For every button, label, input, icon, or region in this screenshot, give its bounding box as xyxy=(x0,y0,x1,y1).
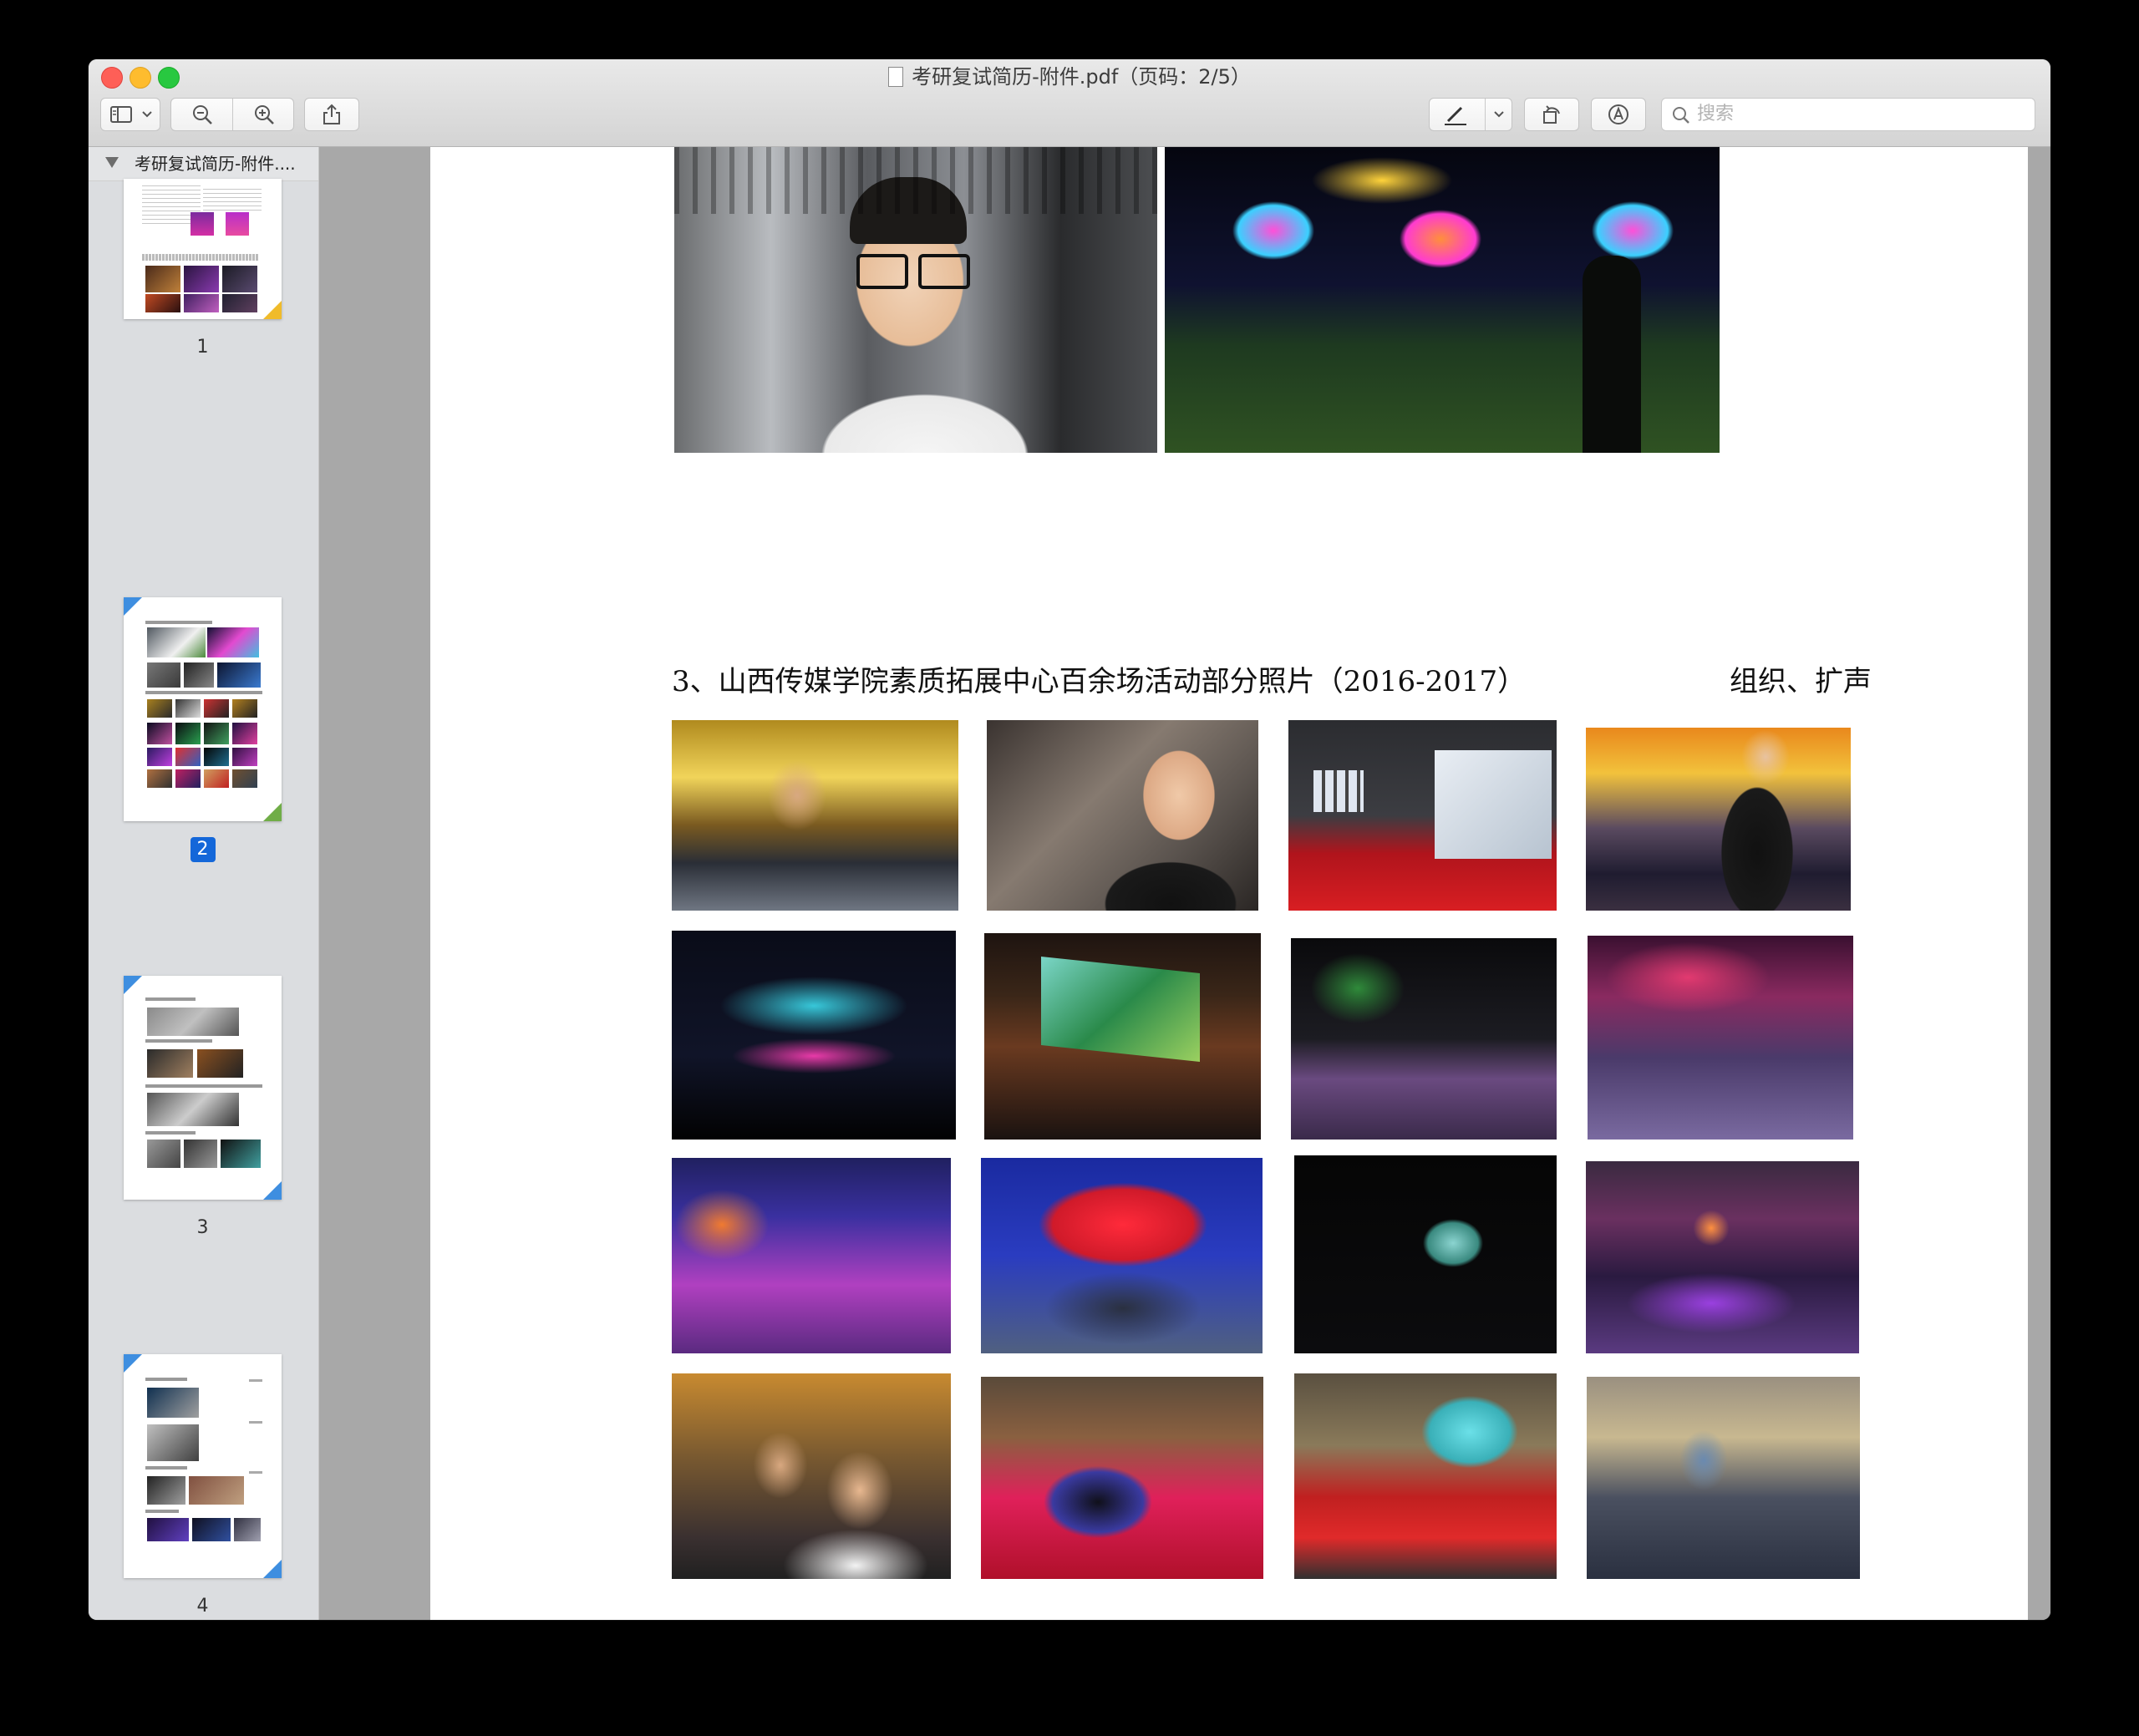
disclosure-triangle-icon[interactable] xyxy=(105,157,119,168)
photo-stage-performers xyxy=(1588,936,1853,1140)
photo-stage-lights xyxy=(1586,1161,1859,1353)
photo-equipment-setup xyxy=(1587,1377,1860,1579)
photo-mixer-group xyxy=(672,720,958,911)
chevron-down-icon[interactable] xyxy=(1493,110,1505,119)
sidebar-view-button[interactable] xyxy=(100,98,160,131)
photo-dancers xyxy=(672,1158,951,1353)
search-icon xyxy=(1672,106,1690,128)
photo-dark-screen xyxy=(1294,1155,1557,1353)
section-heading: 3、山西传媒学院素质拓展中心百余场活动部分照片（2016-2017） xyxy=(672,665,1527,698)
page-number-3: 3 xyxy=(196,1217,209,1238)
photo-stage-selfie xyxy=(674,147,1157,453)
annotate-icon xyxy=(1607,103,1630,126)
zoom-out-button[interactable] xyxy=(171,99,232,130)
rotate-button[interactable] xyxy=(1524,98,1579,131)
photo-console-operator xyxy=(1586,728,1851,911)
markup-button[interactable] xyxy=(1429,98,1512,131)
page-number-2-label: 2 xyxy=(190,837,216,862)
search-placeholder: 搜索 xyxy=(1697,104,1735,124)
title-bar: 考研复试简历-附件.pdf（页码：2/5） 搜索 xyxy=(89,59,2050,147)
photo-selfie-console xyxy=(987,720,1258,911)
share-icon xyxy=(323,104,341,125)
page-thumbnail-2[interactable] xyxy=(124,597,282,821)
page-thumbnail-1[interactable] xyxy=(124,179,282,319)
sidebar-document-header[interactable]: 考研复试简历-附件.... xyxy=(89,147,318,181)
page-number-4: 4 xyxy=(196,1596,209,1617)
search-field[interactable]: 搜索 xyxy=(1661,98,2035,131)
zoom-out-icon xyxy=(191,104,213,125)
window-title-text: 考研复试简历-附件.pdf（页码：2/5） xyxy=(912,65,1251,89)
photo-group-selfie xyxy=(672,1373,951,1579)
rotate-icon xyxy=(1541,104,1562,125)
page-thumbnail-3[interactable] xyxy=(124,976,282,1200)
annotate-button[interactable] xyxy=(1591,98,1646,131)
photo-screen-hall xyxy=(1288,720,1557,911)
page-number-2: 2 xyxy=(124,837,282,862)
zoom-in-button[interactable] xyxy=(233,99,294,130)
markup-pen-icon xyxy=(1443,104,1468,126)
photo-music-contest xyxy=(672,931,956,1140)
thumbnail-sidebar: 考研复试简历-附件.... 1 2 3 4 xyxy=(89,147,319,1620)
zoom-control xyxy=(170,98,294,131)
photo-ceremony-screen xyxy=(1294,1373,1557,1579)
share-button[interactable] xyxy=(304,98,359,131)
section-role: 组织、扩声 xyxy=(1730,665,1872,698)
photo-mixing-desk xyxy=(981,1377,1263,1579)
pdf-page-2: 3、山西传媒学院素质拓展中心百余场活动部分照片（2016-2017） 组织、扩声 xyxy=(430,147,2028,1620)
preview-window: 考研复试简历-附件.pdf（页码：2/5） 搜索 考研复试简历-附件.... 1… xyxy=(89,59,2050,1620)
page-number-1: 1 xyxy=(196,337,209,358)
photo-stage-rehearsal xyxy=(1291,938,1557,1140)
document-view[interactable]: 3、山西传媒学院素质拓展中心百余场活动部分照片（2016-2017） 组织、扩声 xyxy=(319,147,2050,1620)
document-icon xyxy=(888,67,904,87)
sidebar-document-label: 考研复试简历-附件.... xyxy=(135,154,296,174)
photo-led-wall xyxy=(984,933,1261,1140)
window-title: 考研复试简历-附件.pdf（页码：2/5） xyxy=(89,64,2050,89)
photo-concert-stage xyxy=(1165,147,1720,453)
zoom-in-icon xyxy=(253,104,275,125)
photo-choir-concert xyxy=(981,1158,1263,1353)
page-thumbnail-4[interactable] xyxy=(124,1354,282,1578)
sidebar-toggle-icon xyxy=(110,106,132,123)
chevron-down-icon xyxy=(141,110,153,119)
